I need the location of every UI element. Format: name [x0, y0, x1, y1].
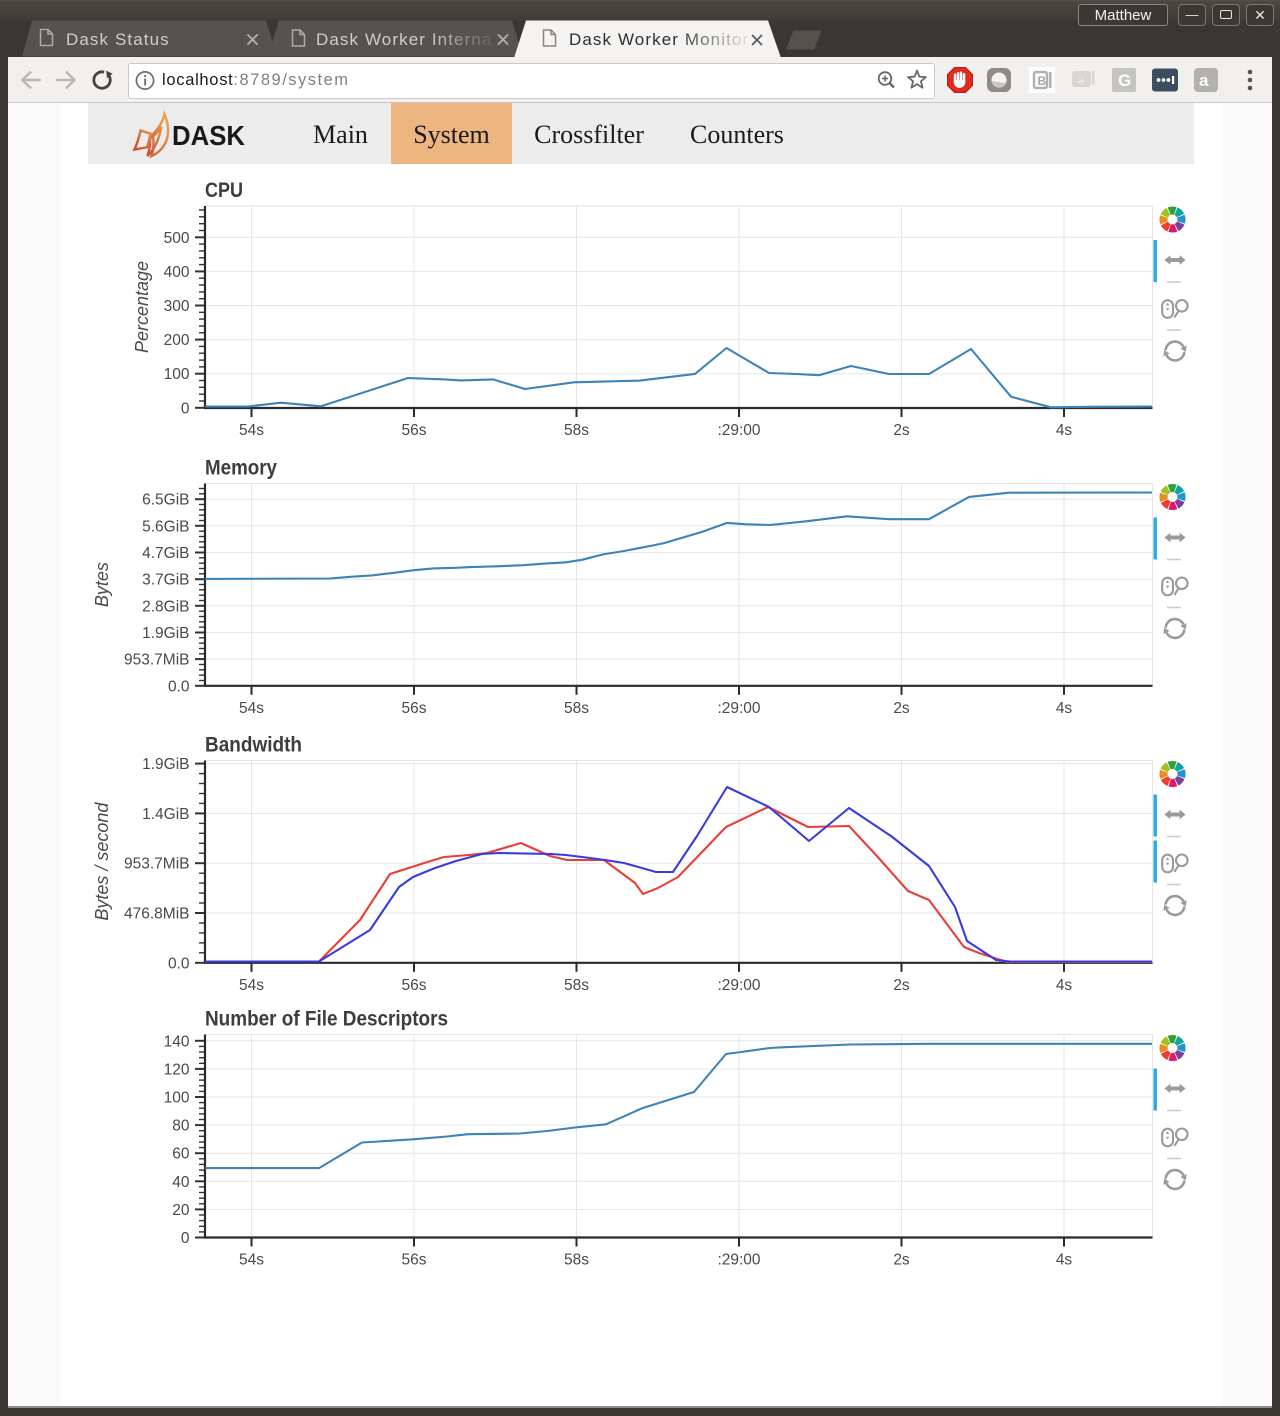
svg-text:20: 20	[172, 1202, 190, 1219]
svg-text:58s: 58s	[564, 422, 589, 439]
svg-text:CPU: CPU	[205, 179, 243, 202]
svg-text:953.7MiB: 953.7MiB	[124, 652, 189, 669]
svg-text:2s: 2s	[893, 1252, 910, 1269]
svg-text:58s: 58s	[564, 700, 589, 717]
svg-text:a: a	[1199, 71, 1209, 90]
svg-text:3.7GiB: 3.7GiB	[142, 572, 189, 589]
svg-text:4s: 4s	[1056, 700, 1073, 717]
svg-text:56s: 56s	[402, 977, 427, 994]
svg-text:0.0: 0.0	[168, 955, 190, 972]
svg-text:Bandwidth: Bandwidth	[205, 734, 302, 757]
svg-text:54s: 54s	[239, 1252, 264, 1269]
svg-text:58s: 58s	[564, 977, 589, 994]
svg-text:Bytes / second: Bytes / second	[92, 802, 112, 921]
svg-text:B: B	[1038, 74, 1047, 88]
svg-text:4s: 4s	[1056, 1252, 1073, 1269]
svg-text:a: a	[1078, 75, 1085, 87]
svg-text:60: 60	[172, 1146, 190, 1163]
svg-text:G: G	[1118, 71, 1131, 90]
svg-text:6.5GiB: 6.5GiB	[142, 492, 189, 509]
svg-text:200: 200	[164, 332, 190, 349]
svg-text:56s: 56s	[402, 422, 427, 439]
svg-text:400: 400	[164, 264, 190, 281]
svg-text:2s: 2s	[893, 977, 910, 994]
svg-text:120: 120	[164, 1061, 190, 1078]
svg-text:80: 80	[172, 1118, 190, 1135]
svg-text:500: 500	[164, 230, 190, 247]
svg-text:4s: 4s	[1056, 422, 1073, 439]
svg-text:Bytes: Bytes	[92, 562, 112, 607]
svg-text:476.8MiB: 476.8MiB	[124, 906, 189, 923]
svg-text:5.6GiB: 5.6GiB	[142, 518, 189, 535]
svg-text:2.8GiB: 2.8GiB	[142, 598, 189, 615]
svg-text:Memory: Memory	[205, 457, 277, 480]
svg-text:0: 0	[181, 1230, 190, 1247]
svg-text:0.0: 0.0	[168, 678, 190, 695]
svg-text:1.9GiB: 1.9GiB	[142, 756, 189, 773]
svg-text:56s: 56s	[402, 700, 427, 717]
svg-text:1.4GiB: 1.4GiB	[142, 806, 189, 823]
svg-text:Number of File Descriptors: Number of File Descriptors	[205, 1008, 448, 1031]
svg-text::29:00: :29:00	[717, 977, 760, 994]
svg-text:953.7MiB: 953.7MiB	[124, 856, 189, 873]
svg-text:140: 140	[164, 1033, 190, 1050]
svg-text:54s: 54s	[239, 422, 264, 439]
svg-text:4s: 4s	[1056, 977, 1073, 994]
svg-text:54s: 54s	[239, 700, 264, 717]
svg-text:0: 0	[181, 400, 190, 417]
svg-text:54s: 54s	[239, 977, 264, 994]
svg-text:1.9GiB: 1.9GiB	[142, 625, 189, 642]
svg-text:56s: 56s	[402, 1252, 427, 1269]
svg-text:300: 300	[164, 298, 190, 315]
svg-text:100: 100	[164, 1090, 190, 1107]
svg-text:4.7GiB: 4.7GiB	[142, 545, 189, 562]
svg-text:40: 40	[172, 1174, 190, 1191]
svg-text:Percentage: Percentage	[132, 261, 152, 353]
svg-text:Dask Status: Dask Status	[66, 30, 170, 49]
svg-text:100: 100	[164, 366, 190, 383]
svg-text::29:00: :29:00	[717, 700, 760, 717]
svg-text:2s: 2s	[893, 700, 910, 717]
svg-text:58s: 58s	[564, 1252, 589, 1269]
svg-text::29:00: :29:00	[717, 1252, 760, 1269]
svg-text:2s: 2s	[893, 422, 910, 439]
svg-text::29:00: :29:00	[717, 422, 760, 439]
